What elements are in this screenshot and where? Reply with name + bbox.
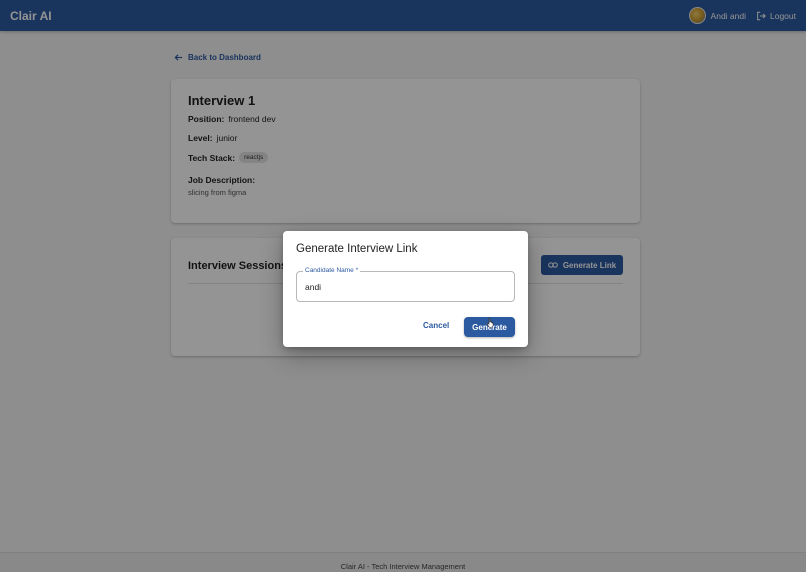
candidate-name-field[interactable]: Candidate Name * andi [296, 267, 515, 302]
dialog-title: Generate Interview Link [296, 243, 418, 255]
cancel-button[interactable]: Cancel [423, 321, 449, 330]
candidate-name-label: Candidate Name * [303, 267, 361, 274]
mouse-cursor-icon [486, 317, 494, 328]
generate-link-dialog: Generate Interview Link Candidate Name *… [283, 231, 528, 347]
candidate-name-input[interactable]: andi [305, 282, 321, 292]
